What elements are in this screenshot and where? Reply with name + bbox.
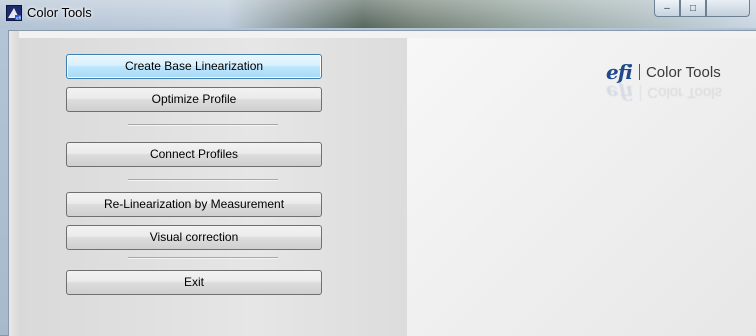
exit-button[interactable]: Exit	[66, 270, 322, 295]
app-window: efi Color Tools – □ Create Base Lineariz…	[0, 0, 756, 336]
maximize-button[interactable]: □	[680, 0, 706, 17]
re-linearization-button[interactable]: Re-Linearization by Measurement	[66, 192, 322, 217]
svg-text:efi: efi	[16, 16, 21, 21]
create-base-linearization-button[interactable]: Create Base Linearization	[66, 54, 322, 79]
minimize-button[interactable]: –	[654, 0, 680, 17]
logo-divider	[638, 64, 640, 80]
separator	[128, 179, 278, 180]
separator	[128, 257, 278, 258]
title-bar[interactable]: efi Color Tools – □	[0, 0, 756, 28]
connect-profiles-button[interactable]: Connect Profiles	[66, 142, 322, 167]
close-button[interactable]	[706, 0, 750, 17]
window-title: Color Tools	[27, 5, 92, 20]
maximize-icon: □	[689, 2, 697, 14]
logo-reflection: efi Color Tools	[606, 81, 723, 105]
separator	[128, 124, 278, 125]
app-icon: efi	[6, 5, 22, 21]
logo-product: Color Tools	[645, 63, 721, 81]
optimize-profile-button[interactable]: Optimize Profile	[66, 87, 322, 112]
minimize-icon: –	[664, 2, 670, 14]
window-controls: – □	[654, 0, 750, 18]
visual-correction-button[interactable]: Visual correction	[66, 225, 322, 250]
